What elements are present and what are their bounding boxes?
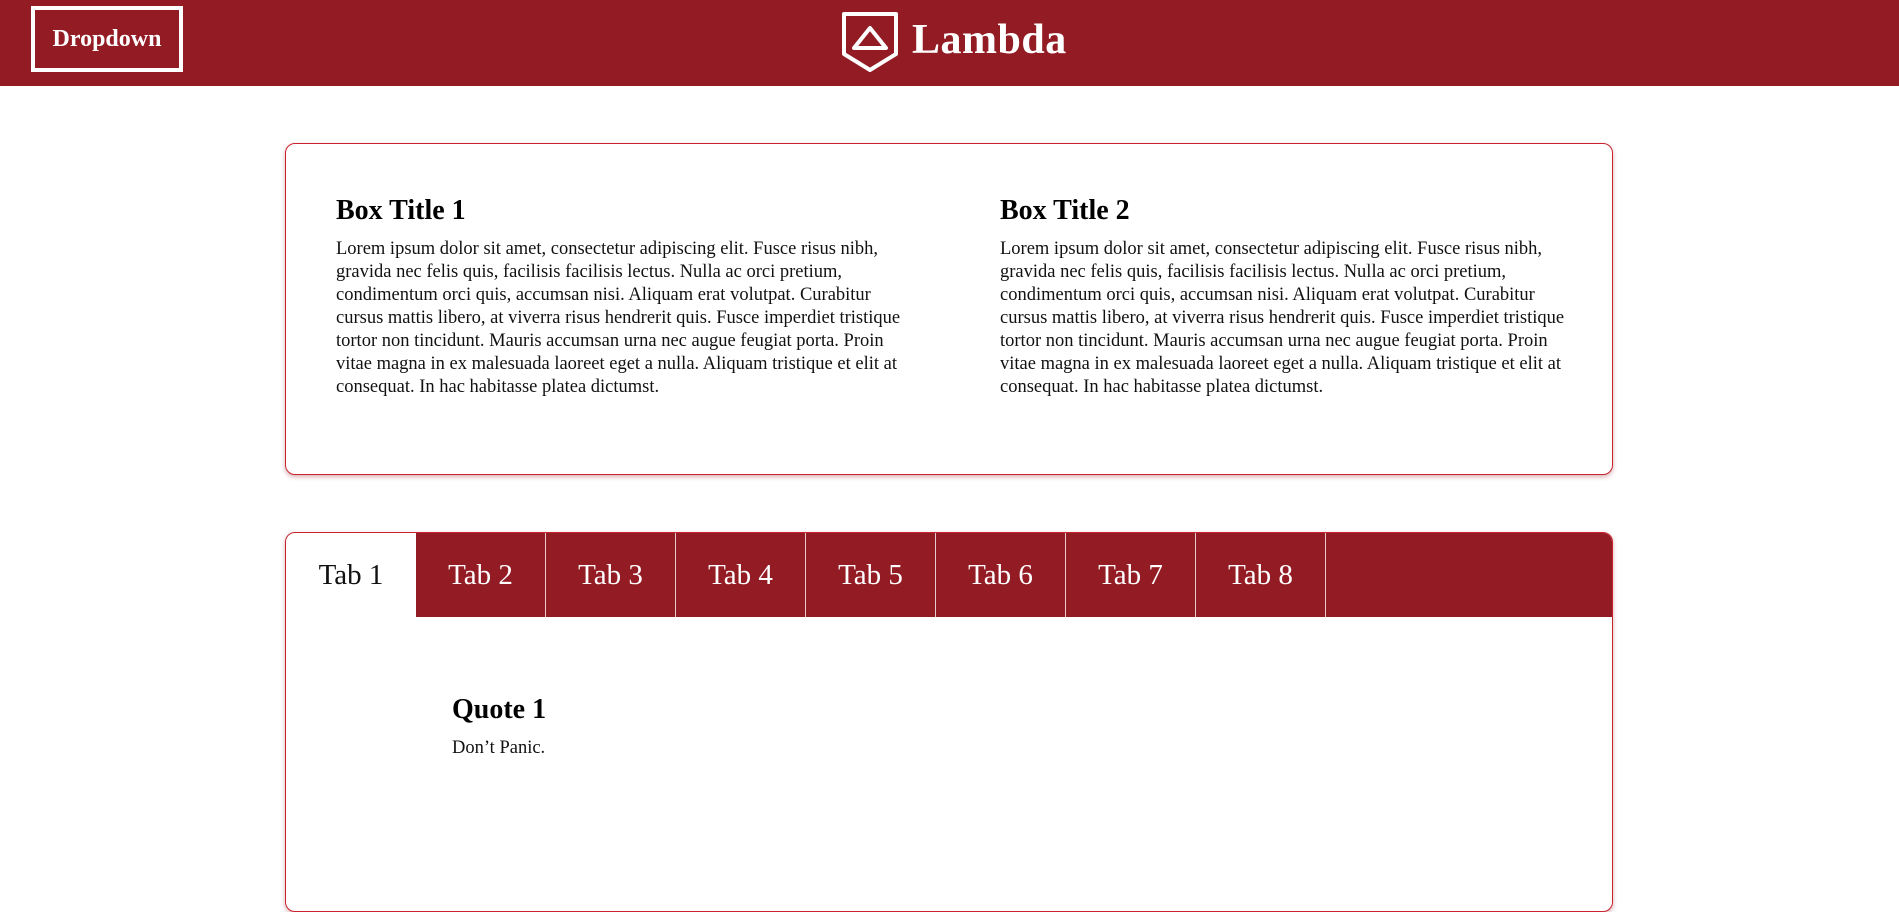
dropdown-button[interactable]: Dropdown [31,6,183,72]
shield-icon [842,12,898,72]
tab-4[interactable]: Tab 4 [676,533,806,617]
boxes-panel: Box Title 1 Lorem ipsum dolor sit amet, … [285,143,1613,475]
tab-2[interactable]: Tab 2 [416,533,546,617]
tab-5[interactable]: Tab 5 [806,533,936,617]
quote-text: Don’t Panic. [452,738,546,758]
logo[interactable]: Lambda [840,10,1067,74]
tab-6[interactable]: Tab 6 [936,533,1066,617]
box-2: Box Title 2 Lorem ipsum dolor sit amet, … [1000,194,1566,399]
quote-title: Quote 1 [452,694,547,725]
box-1: Box Title 1 Lorem ipsum dolor sit amet, … [336,194,902,399]
tab-1[interactable]: Tab 1 [286,533,416,617]
tabs-panel: Tab 1 Tab 2 Tab 3 Tab 4 Tab 5 Tab 6 Tab … [285,532,1613,912]
top-header: Dropdown Lambda [0,0,1899,86]
tab-bar: Tab 1 Tab 2 Tab 3 Tab 4 Tab 5 Tab 6 Tab … [286,533,1612,617]
box-text-2: Lorem ipsum dolor sit amet, consectetur … [1000,239,1565,397]
box-text-1: Lorem ipsum dolor sit amet, consectetur … [336,239,901,397]
tab-8[interactable]: Tab 8 [1196,533,1326,617]
box-title-1: Box Title 1 [336,195,466,226]
logo-text: Lambda [912,17,1067,63]
tab-content: Quote 1 Don’t Panic. [452,693,546,760]
tab-3[interactable]: Tab 3 [546,533,676,617]
box-title-2: Box Title 2 [1000,195,1130,226]
tab-7[interactable]: Tab 7 [1066,533,1196,617]
